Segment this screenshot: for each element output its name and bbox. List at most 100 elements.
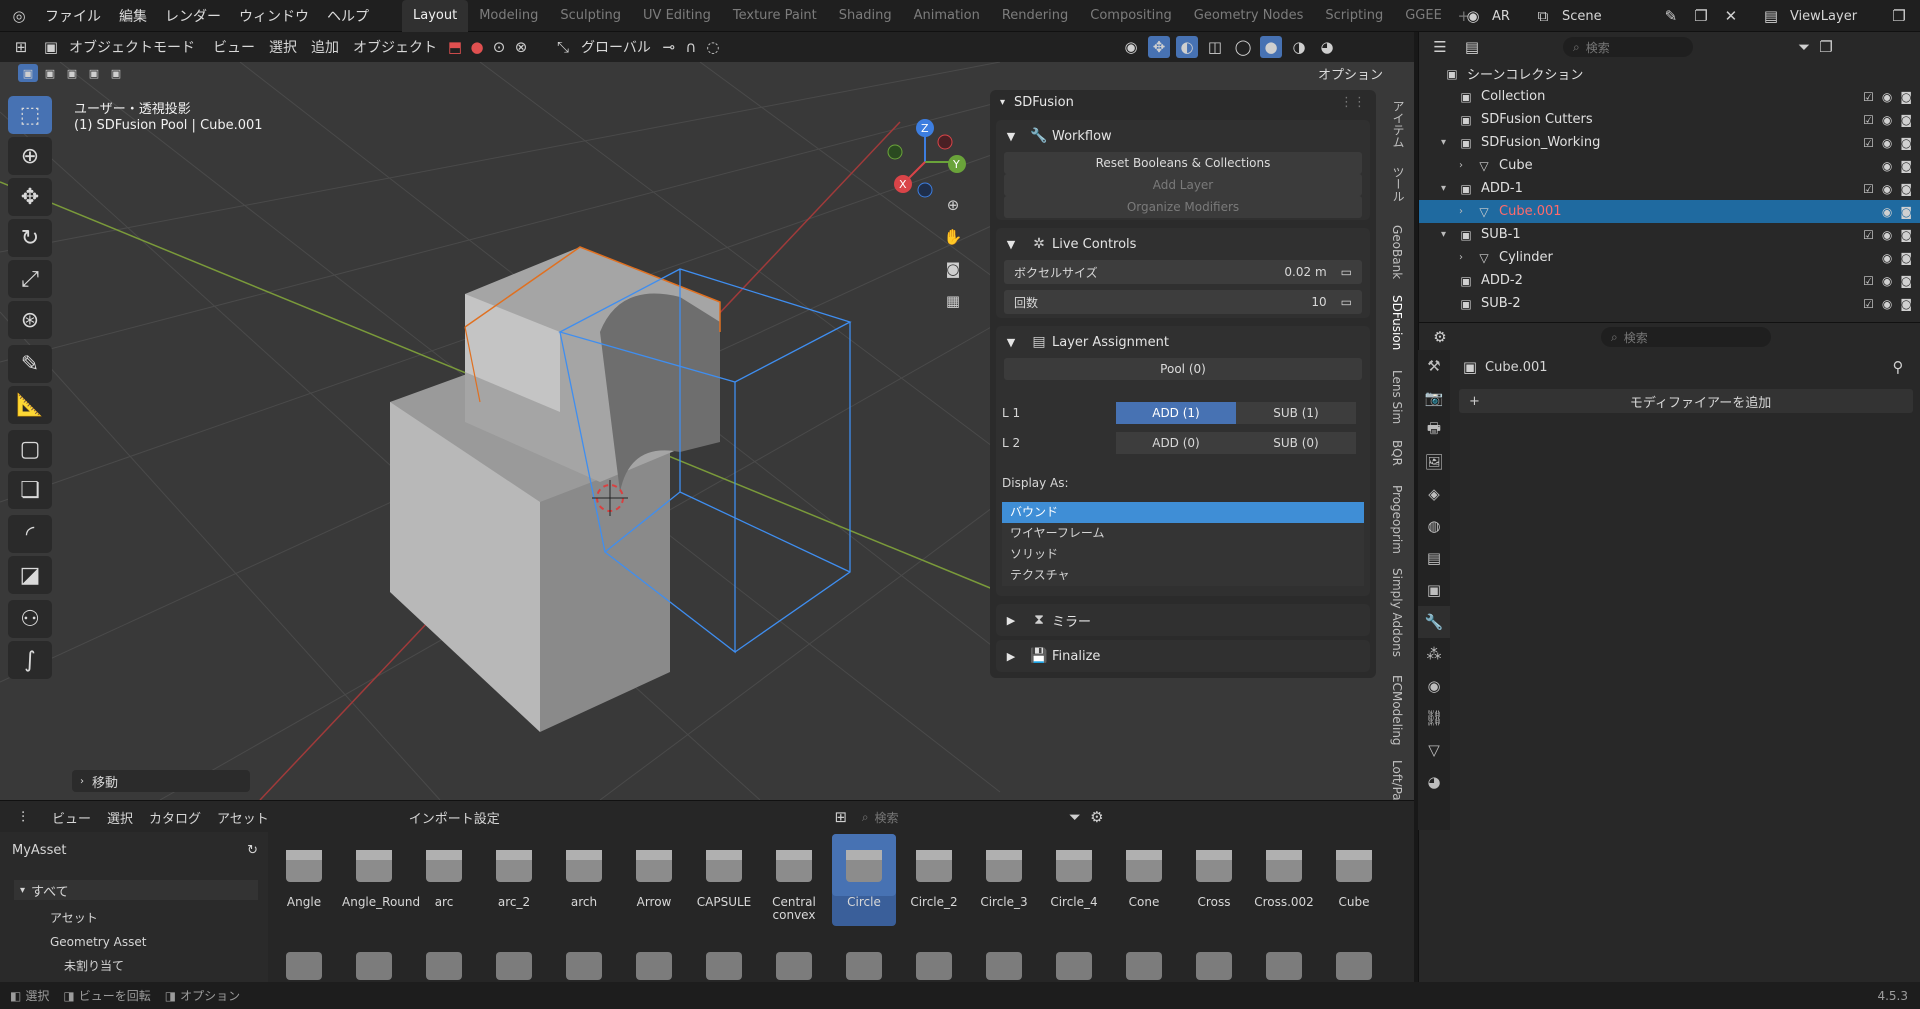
- expand-icon[interactable]: ›: [1459, 252, 1475, 263]
- eye-icon[interactable]: ◉: [1882, 159, 1892, 173]
- select-intersect-icon[interactable]: ▣: [106, 64, 126, 82]
- render-tab-icon[interactable]: 📷: [1418, 382, 1450, 414]
- new-collection-icon[interactable]: ❐: [1815, 36, 1837, 58]
- addon-tool-icon[interactable]: ⚇: [8, 600, 52, 638]
- pin-icon[interactable]: ✎: [1660, 5, 1682, 27]
- menu-select[interactable]: 選択: [107, 808, 133, 827]
- outliner-row[interactable]: › ▽ Cylinder ◉ ◙: [1419, 246, 1920, 269]
- link-icon[interactable]: ⊸: [658, 36, 680, 58]
- asset-tile[interactable]: arc: [412, 834, 476, 926]
- asset-tile[interactable]: [902, 938, 966, 982]
- tab-uv-editing[interactable]: UV Editing: [632, 0, 722, 32]
- outliner-row[interactable]: › ▽ Cube.001 ◉ ◙: [1419, 200, 1920, 223]
- grid-toggle-icon[interactable]: ▦: [942, 290, 964, 312]
- delete-scene-icon[interactable]: ✕: [1720, 5, 1742, 27]
- menu-view[interactable]: ビュー: [213, 37, 255, 57]
- proportional-icon[interactable]: ●: [466, 36, 488, 58]
- tab-ggee[interactable]: GGEE: [1394, 0, 1453, 32]
- overlay-icon[interactable]: ◐: [1176, 36, 1198, 58]
- asset-tile[interactable]: Circle: [832, 834, 896, 926]
- measure-tool-icon[interactable]: 📐: [8, 386, 52, 424]
- visibility-icon[interactable]: ◉: [1120, 36, 1142, 58]
- asset-tile[interactable]: Arrow: [622, 834, 686, 926]
- menu-file[interactable]: ファイル: [36, 6, 110, 26]
- view-layer-tab-icon[interactable]: 🖼: [1418, 446, 1450, 478]
- tab-sdfusion[interactable]: SDFusion: [1390, 295, 1404, 350]
- editor-type-icon[interactable]: ☰: [1429, 36, 1451, 58]
- asset-tile[interactable]: [1182, 938, 1246, 982]
- eye-icon[interactable]: ◉: [1882, 297, 1892, 311]
- asset-tile[interactable]: Circle_2: [902, 834, 966, 926]
- expand-icon[interactable]: ▾: [1441, 229, 1457, 240]
- language-icon[interactable]: ◉: [1462, 5, 1484, 27]
- checkbox-icon[interactable]: ☑: [1863, 113, 1874, 127]
- screen-icon[interactable]: ▭: [1341, 295, 1352, 309]
- asset-tile[interactable]: [552, 938, 616, 982]
- asset-tile[interactable]: Cross: [1182, 834, 1246, 926]
- editor-type-icon[interactable]: ⊞: [10, 36, 32, 58]
- live-controls-header[interactable]: ▼ ✲ Live Controls: [996, 228, 1370, 260]
- outliner-row[interactable]: ▾ ▣ SUB-1 ☑ ◉ ◙: [1419, 223, 1920, 246]
- asset-tile[interactable]: [482, 938, 546, 982]
- editor-type-icon[interactable]: ⫶: [12, 806, 34, 828]
- viewlayer-icon[interactable]: ▤: [1760, 5, 1782, 27]
- checkbox-icon[interactable]: ☑: [1863, 228, 1874, 242]
- outliner-row[interactable]: › ▽ Cube ◉ ◙: [1419, 154, 1920, 177]
- checkbox-icon[interactable]: ☑: [1863, 90, 1874, 104]
- checkbox-icon[interactable]: ☑: [1863, 136, 1874, 150]
- tab-geobank[interactable]: GeoBank: [1390, 225, 1404, 279]
- asset-tile[interactable]: arch: [552, 834, 616, 926]
- scale-tool-icon[interactable]: ⤢: [8, 260, 52, 298]
- organize-modifiers-button[interactable]: Organize Modifiers: [1004, 196, 1362, 218]
- eye-icon[interactable]: ◉: [1882, 182, 1892, 196]
- tab-bqr[interactable]: BQR: [1390, 440, 1404, 466]
- asset-tile[interactable]: CAPSULE: [692, 834, 756, 926]
- asset-tile[interactable]: [1252, 938, 1316, 982]
- asset-tile[interactable]: [762, 938, 826, 982]
- tab-ecmodeling[interactable]: ECModeling: [1390, 675, 1404, 746]
- asset-tile[interactable]: Angle: [272, 834, 336, 926]
- scene-selector[interactable]: Scene: [1562, 9, 1652, 24]
- asset-tile[interactable]: [832, 938, 896, 982]
- filter-icon[interactable]: ⏷: [1793, 36, 1815, 58]
- select-box-tool-icon[interactable]: ⬚: [8, 96, 52, 134]
- orientation-selector[interactable]: グローバル: [581, 37, 651, 57]
- eye-icon[interactable]: ◉: [1882, 90, 1892, 104]
- blender-logo-icon[interactable]: ◎: [8, 5, 30, 27]
- catalog-item[interactable]: アセット: [50, 906, 146, 930]
- camera-icon[interactable]: ◙: [1900, 113, 1912, 127]
- menu-object[interactable]: オブジェクト: [353, 37, 437, 57]
- output-tab-icon[interactable]: 🖶: [1418, 414, 1450, 446]
- menu-render[interactable]: レンダー: [156, 6, 230, 26]
- properties-search[interactable]: ⌕ 検索: [1601, 327, 1771, 347]
- select-subtract-icon[interactable]: ▣: [62, 64, 82, 82]
- settings-gear-icon[interactable]: ⚙: [1086, 806, 1108, 828]
- solid-shading-icon[interactable]: ●: [1260, 36, 1282, 58]
- screen-icon[interactable]: ▭: [1341, 265, 1352, 279]
- camera-icon[interactable]: ◙: [1900, 182, 1912, 196]
- tool-tab-icon[interactable]: ⚒: [1418, 350, 1450, 382]
- asset-tile[interactable]: Cross.002: [1252, 834, 1316, 926]
- xray-icon[interactable]: ⊗: [510, 36, 532, 58]
- select-new-icon[interactable]: ▣: [18, 64, 38, 82]
- add-layer-button[interactable]: Add Layer: [1004, 174, 1362, 196]
- last-operator-panel[interactable]: › 移動: [72, 770, 250, 792]
- transform-icon[interactable]: ⤡: [552, 36, 574, 58]
- scene-tab-icon[interactable]: ◈: [1418, 478, 1450, 510]
- asset-tile[interactable]: [972, 938, 1036, 982]
- eye-icon[interactable]: ◉: [1882, 274, 1892, 288]
- camera-icon[interactable]: ◙: [1900, 251, 1912, 265]
- pin-icon[interactable]: ⚲: [1887, 356, 1909, 378]
- camera-icon[interactable]: ◙: [1900, 228, 1912, 242]
- magnet-icon[interactable]: ∩: [680, 36, 702, 58]
- asset-search[interactable]: ⌕ 検索: [862, 807, 1052, 827]
- menu-catalog[interactable]: カタログ: [149, 808, 201, 827]
- camera-icon[interactable]: ◙: [1900, 297, 1912, 311]
- eye-icon[interactable]: ◉: [1882, 136, 1892, 150]
- scene-icon[interactable]: ⧉: [1532, 5, 1554, 27]
- camera-icon[interactable]: ◙: [1900, 136, 1912, 150]
- camera-icon[interactable]: ◙: [1900, 90, 1912, 104]
- editor-type-icon[interactable]: ⚙: [1429, 326, 1451, 348]
- asset-tile[interactable]: [342, 938, 406, 982]
- curve-tool-icon[interactable]: ∫: [8, 641, 52, 679]
